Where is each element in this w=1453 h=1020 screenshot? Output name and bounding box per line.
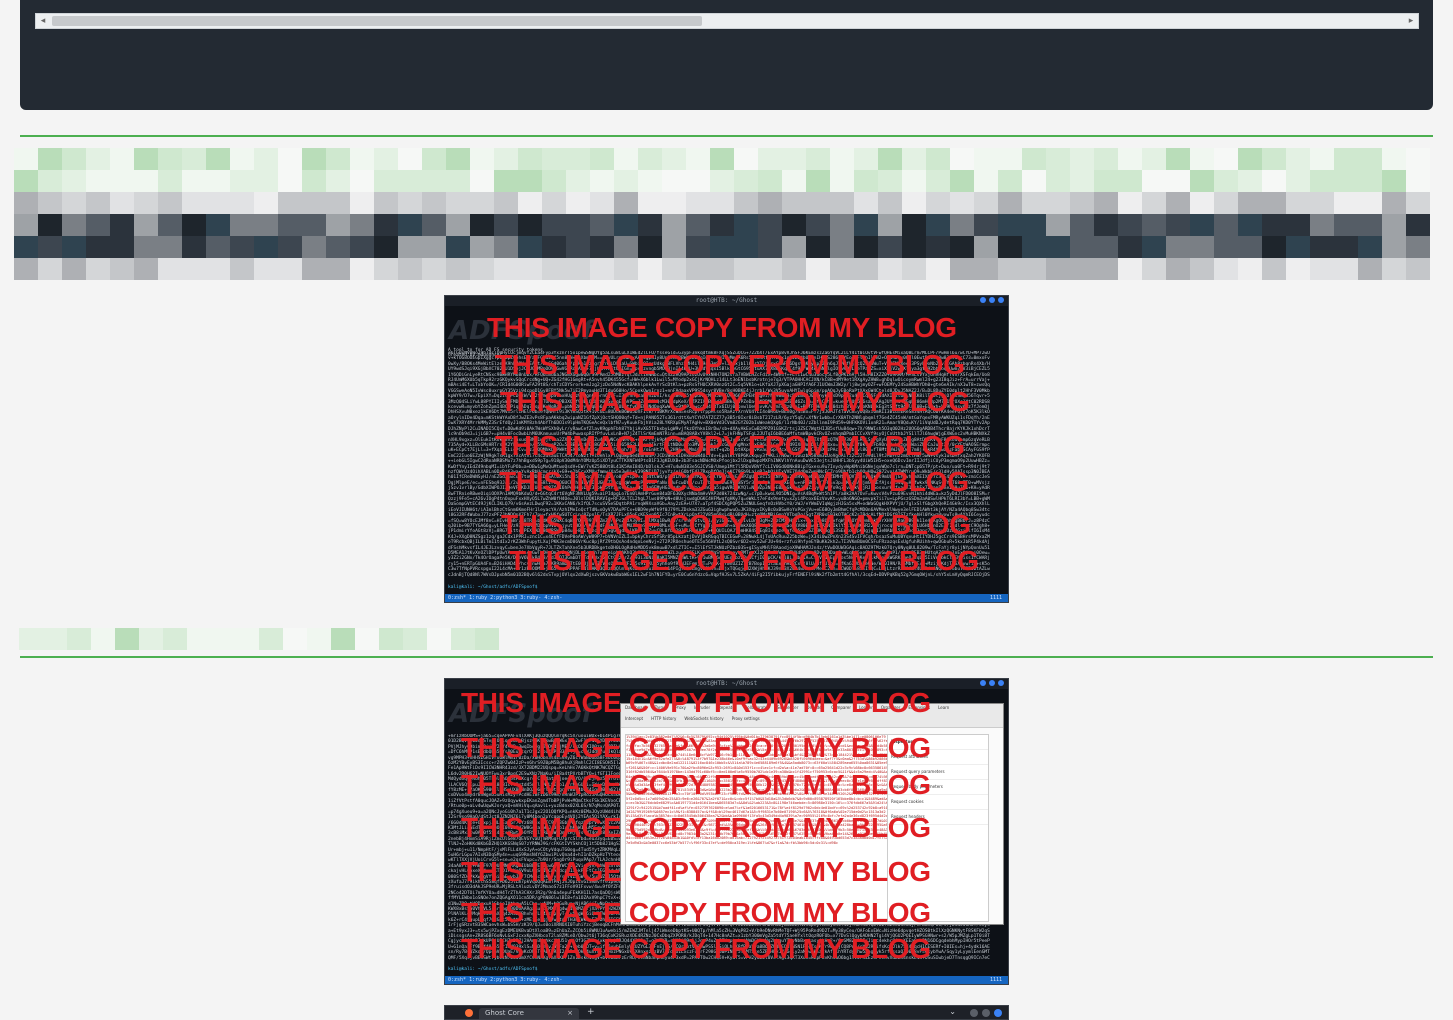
window-controls [980, 680, 1004, 686]
burp-tab[interactable]: Proxy settings [732, 716, 760, 726]
burp-menu-item[interactable]: Collaborator [744, 705, 769, 715]
section-divider [20, 135, 1433, 137]
new-tab-icon[interactable]: + [587, 1007, 595, 1017]
section-divider [20, 656, 1433, 658]
terminal-screenshot-1: root@HTB: ~/Ghost ADFSpoof q6TGOxMV0Wo29… [444, 295, 1009, 603]
burp-menu-item[interactable]: Intruder [694, 705, 710, 715]
burp-menu-item[interactable]: Repeater [718, 705, 736, 715]
inspector-row: Request attributes [888, 750, 988, 765]
burp-menu-item[interactable]: Extensions [908, 705, 930, 715]
tab-title: Ghost Core [485, 1009, 524, 1017]
close-icon[interactable] [994, 1009, 1002, 1017]
terminal-output: q6TGOxMV0Wo29hTdclQ0HyCUcjmqvY2CEa4Fyp3Y… [448, 351, 990, 578]
firefox-icon [465, 1009, 473, 1017]
burp-menu-item[interactable]: Dashboard [625, 705, 647, 715]
burp-suite-window: Dashboard Target Proxy Intruder Repeater Coll… [620, 703, 1004, 925]
inspector-row: Request cookies [888, 795, 988, 810]
browser-screenshot-3: Ghost Core × + ⌄ [444, 1005, 1009, 1020]
adfspoof-logo: ADFSpoof [449, 699, 593, 729]
maximize-icon[interactable] [982, 1009, 990, 1017]
burp-tab[interactable]: WebSockets history [684, 716, 723, 726]
burp-menu-item[interactable]: Target [655, 705, 667, 715]
intro-line: Created by @doughsec [448, 353, 503, 358]
close-tab-icon[interactable]: × [567, 1008, 573, 1019]
browser-tab[interactable]: Ghost Core × [479, 1008, 579, 1019]
window-title: root@HTB: ~/Ghost [445, 296, 1008, 306]
burp-tab[interactable]: Intercept [625, 716, 643, 726]
burp-menu-item[interactable]: Learn [938, 705, 949, 715]
burp-proxy-tabs: Intercept HTTP history WebSockets history P… [621, 715, 1003, 728]
burp-menu-item[interactable]: Organizer [881, 705, 901, 715]
window-title: root@HTB: ~/Ghost [445, 679, 1008, 689]
minimize-icon[interactable] [970, 1009, 978, 1017]
burp-tab[interactable]: HTTP history [651, 716, 676, 726]
burp-menu-item[interactable]: Comparer [831, 705, 851, 715]
terminal-burp-screenshot-2: root@HTB: ~/Ghost ADFSpoof +mr1zRbOOMS+j… [444, 678, 1009, 985]
window-controls [980, 297, 1004, 303]
scroll-right-icon[interactable]: ▸ [1404, 14, 1418, 28]
scroll-left-icon[interactable]: ◂ [36, 14, 50, 28]
redacted-subheading [19, 628, 515, 650]
redacted-text-block [14, 148, 1442, 280]
shell-prompt: kali@kali: ~/Ghost/adfs/ADFSpoof$ [448, 585, 538, 590]
code-block: ◂ ▸ [20, 0, 1433, 110]
tmux-clock: 1111 [989, 977, 1002, 983]
window-controls [970, 1009, 1002, 1017]
inspector-row: Request body parameters [888, 780, 988, 795]
tmux-status-bar: 0:zsh* 1:ruby 2:python3 3:ruby- 4:zsh- 1… [445, 976, 1008, 984]
tmux-status-bar: 0:zsh* 1:ruby 2:python3 3:ruby- 4:zsh- 1… [445, 594, 1008, 602]
tab-list-icon[interactable]: ⌄ [949, 1007, 956, 1016]
inspector-row: Request query parameters [888, 765, 988, 780]
tmux-windows: 0:zsh* 1:ruby 2:python3 3:ruby- 4:zsh- [448, 595, 563, 601]
tmux-clock: 1111 [989, 595, 1002, 601]
adfspoof-logo: ADFSpoof [449, 316, 593, 346]
inspector-title: Inspector [888, 735, 988, 750]
scrollbar-thumb[interactable] [52, 16, 702, 26]
shell-prompt: kali@kali: ~/Ghost/adfs/ADFSpoof$ [448, 967, 538, 972]
burp-menu-item[interactable]: Sequencer [777, 705, 798, 715]
burp-menu-item[interactable]: Decoder [806, 705, 823, 715]
inspector-row: Request headers [888, 810, 988, 825]
burp-menu-item[interactable]: Proxy [675, 705, 686, 715]
horizontal-scrollbar[interactable]: ◂ ▸ [35, 13, 1419, 29]
tmux-windows: 0:zsh* 1:ruby 2:python3 3:ruby- 4:zsh- [448, 977, 563, 983]
http-request-pane: 1%3941ac=2c83%b582e0d7%92&6=8c5&7879&692… [625, 734, 889, 922]
burp-menu-item[interactable]: Logger [859, 705, 873, 715]
inspector-panel: Inspector Request attributes Request que… [887, 734, 989, 922]
